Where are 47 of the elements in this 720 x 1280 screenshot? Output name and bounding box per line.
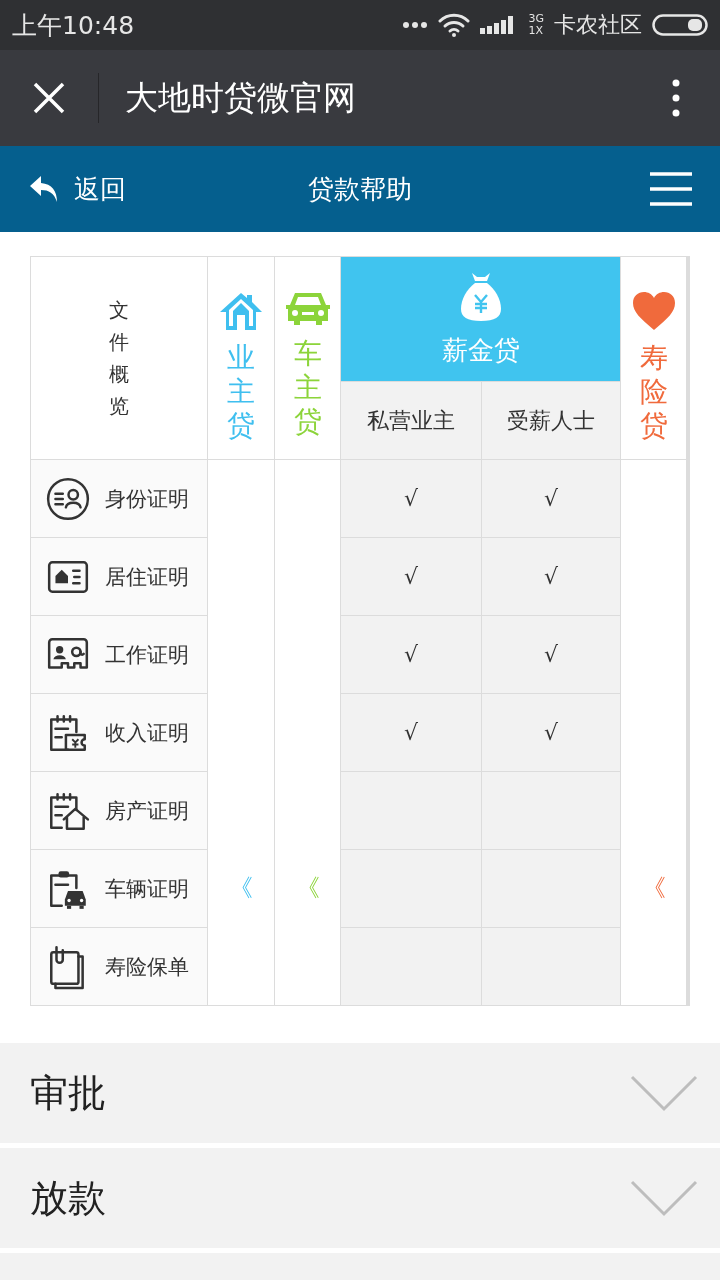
table-cell: √ — [341, 616, 481, 693]
product-name: 车主贷 — [293, 337, 322, 440]
document-label: 寿险保单 — [105, 953, 189, 981]
heart-icon — [631, 291, 676, 331]
more-icon[interactable] — [672, 79, 680, 117]
network-label: 3G — [528, 13, 544, 25]
more-icon — [402, 21, 429, 29]
pointer-mark: 《 — [641, 873, 666, 905]
pointer-mark: 《 — [229, 873, 253, 905]
product-name: 业主贷 — [227, 341, 255, 444]
window-title: 大地时贷微官网 — [125, 76, 357, 119]
money-bag-icon — [458, 270, 503, 323]
table-cell: √ — [482, 616, 620, 693]
menu-icon[interactable] — [650, 172, 692, 206]
document-label: 身份证明 — [105, 485, 189, 513]
table-cell: √ — [341, 694, 481, 771]
product-name: 薪金贷 — [441, 333, 520, 367]
document-label: 车辆证明 — [105, 875, 189, 903]
clock-time: 上午10:48 — [12, 9, 136, 42]
document-label: 居住证明 — [105, 563, 189, 591]
section-header[interactable]: 放款 — [0, 1148, 720, 1248]
wifi-icon — [438, 13, 471, 37]
section-title: 审批 — [30, 1069, 106, 1117]
id-person-icon — [45, 475, 91, 522]
close-icon[interactable] — [32, 81, 66, 115]
document-label: 房产证明 — [105, 797, 189, 825]
page-title: 贷款帮助 — [307, 172, 413, 206]
battery-icon — [652, 14, 708, 36]
house-icon — [219, 291, 263, 331]
table-cell: √ — [482, 460, 620, 537]
car-icon — [285, 291, 330, 327]
table-cell: √ — [482, 694, 620, 771]
network-label: 1X — [528, 25, 544, 37]
overview-header: 文件概览 — [109, 297, 129, 420]
back-button[interactable]: 返回 — [0, 171, 200, 207]
table-cell: √ — [482, 538, 620, 615]
table-cell: √ — [341, 460, 481, 537]
section-title: 放款 — [30, 1174, 106, 1222]
section-header[interactable]: 审批 — [0, 1043, 720, 1143]
carrier-name: 卡农社区 — [554, 11, 642, 39]
document-label: 收入证明 — [105, 719, 189, 747]
pointer-mark: 《 — [295, 873, 320, 905]
product-name: 寿险贷 — [639, 341, 668, 444]
column-header: 受薪人士 — [482, 382, 620, 459]
column-header: 私营业主 — [341, 382, 481, 459]
table-cell: √ — [341, 538, 481, 615]
document-label: 工作证明 — [105, 641, 189, 669]
